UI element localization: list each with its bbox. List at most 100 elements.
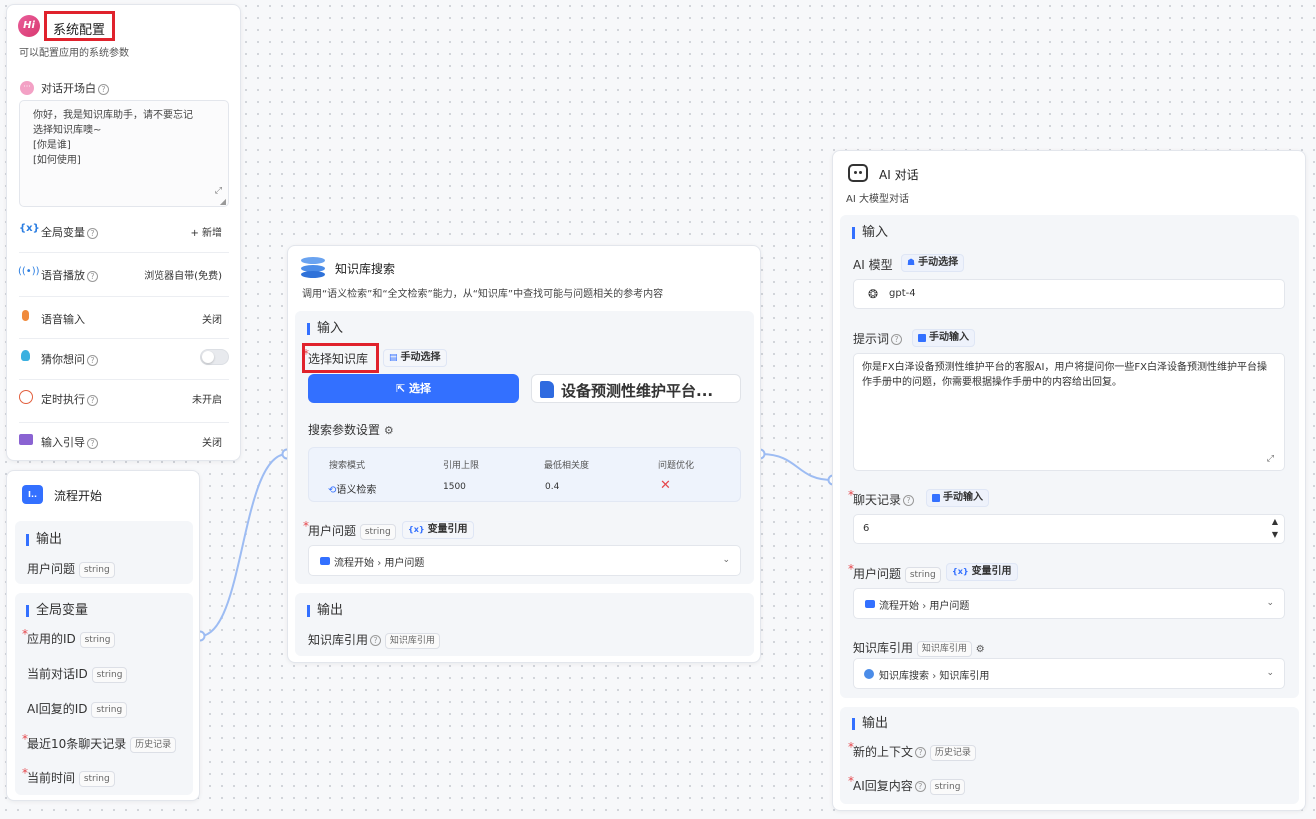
welcome-label-row: 对话开场白? bbox=[41, 80, 109, 96]
help-icon[interactable]: ? bbox=[914, 781, 926, 792]
question-select[interactable]: 流程开始 › 用户问题 ⌄ bbox=[308, 545, 741, 576]
help-icon[interactable]: ? bbox=[98, 83, 109, 95]
global-vars-section: 全局变量 * 应用的ID string 当前对话ID string AI回复的ID… bbox=[15, 593, 193, 795]
variable-icon: {x} bbox=[408, 525, 425, 534]
global-var-row: * 当前时间 string bbox=[22, 766, 115, 787]
output-section: 输出 知识库引用? 知识库引用 bbox=[295, 593, 754, 656]
chevron-down-icon: ⌄ bbox=[1266, 668, 1274, 678]
table-cell-mode: ⟲语义检索 bbox=[328, 485, 377, 496]
help-icon[interactable]: ? bbox=[87, 437, 98, 449]
manual-select-tag[interactable]: ▤ 手动选择 bbox=[383, 349, 447, 367]
global-var-row: 当前对话ID string bbox=[27, 665, 128, 683]
help-icon[interactable]: ? bbox=[903, 495, 915, 506]
input-section: 输入 * 选择知识库 ▤ 手动选择 ⇱ 选择 设备预测性维护平台... 搜索参数设置… bbox=[295, 311, 754, 584]
history-number-input[interactable]: 6 ▲ ▼ bbox=[853, 514, 1285, 544]
microphone-icon bbox=[22, 310, 29, 321]
help-icon[interactable]: ? bbox=[915, 747, 927, 758]
kbref-label: 知识库引用 知识库引用 ⚙ bbox=[853, 640, 985, 657]
global-var-row: AI回复的ID string bbox=[27, 700, 128, 718]
schedule-setting[interactable]: 未开启 bbox=[192, 391, 222, 406]
output-item: * 新的上下文? 历史记录 bbox=[848, 740, 976, 761]
input-icon bbox=[932, 494, 940, 502]
row-label-schedule: 定时执行? bbox=[41, 391, 98, 407]
row-label-guess: 猜你想问? bbox=[41, 351, 98, 367]
prompt-textarea[interactable]: 你是FX白泽设备预测性维护平台的客服AI，用户将提问你一些FX白泽设备预测性维护… bbox=[853, 353, 1285, 471]
node-desc: AI 大模型对话 bbox=[846, 194, 909, 205]
chat-bubble-icon: ··· bbox=[20, 81, 34, 95]
manual-select-tag[interactable]: ☗ 手动选择 bbox=[901, 254, 965, 272]
openai-icon: ❂ bbox=[868, 287, 879, 301]
var-ref-tag[interactable]: {x} 变量引用 bbox=[946, 563, 1018, 581]
guess-toggle[interactable] bbox=[200, 349, 229, 365]
app-logo: Hi bbox=[18, 15, 40, 37]
node-title: 知识库搜索 bbox=[335, 262, 396, 276]
stt-setting[interactable]: 关闭 bbox=[202, 311, 222, 326]
manual-input-tag[interactable]: 手动输入 bbox=[912, 329, 975, 347]
speaker-icon: ((•)) bbox=[18, 266, 40, 277]
welcome-text: 你好，我是知识库助手，请不要忘记 选择知识库噢~ [你是谁] [如何使用] bbox=[33, 110, 193, 166]
stepper-up-icon[interactable]: ▲ bbox=[1272, 517, 1278, 526]
search-params-table[interactable]: 搜索模式 引用上限 最低相关度 问题优化 ⟲语义检索 1500 0.4 ✕ bbox=[308, 447, 741, 502]
tts-setting[interactable]: 浏览器自带(免费) bbox=[144, 267, 222, 282]
table-header: 问题优化 bbox=[658, 461, 695, 471]
table-header: 引用上限 bbox=[443, 461, 480, 471]
output-item: 知识库引用? 知识库引用 bbox=[308, 631, 440, 649]
highlight-box bbox=[44, 11, 115, 41]
database-icon bbox=[864, 669, 874, 679]
question-label: * 用户问题 string bbox=[303, 519, 396, 540]
question-select[interactable]: 流程开始 › 用户问题 ⌄ bbox=[853, 588, 1285, 619]
question-label: * 用户问题 string bbox=[848, 562, 941, 583]
variable-icon: {x} bbox=[952, 567, 969, 576]
system-config-node[interactable]: Hi 系统配置 可以配置应用的系统参数 ··· 对话开场白? 你好，我是知识库助… bbox=[6, 4, 241, 461]
model-label: AI 模型 bbox=[853, 258, 893, 272]
flow-start-icon bbox=[865, 600, 875, 608]
robot-icon: ☗ bbox=[907, 258, 916, 268]
input-section: 输入 AI 模型 ☗ 手动选择 ❂ gpt-4 提示词? 手动输入 你是FX白泽设… bbox=[840, 215, 1299, 698]
output-section: 输出 * 新的上下文? 历史记录 * AI回复内容? string bbox=[840, 707, 1299, 804]
flow-start-node[interactable]: I.. 流程开始 输出 用户问题 string 全局变量 * 应用的ID stri… bbox=[6, 470, 200, 801]
chevron-down-icon: ⌄ bbox=[722, 555, 730, 565]
row-label-globals: 全局变量? bbox=[41, 224, 98, 240]
welcome-textarea[interactable]: 你好，我是知识库助手，请不要忘记 选择知识库噢~ [你是谁] [如何使用] ⤢ … bbox=[19, 100, 229, 207]
select-kb-button[interactable]: ⇱ 选择 bbox=[308, 374, 519, 403]
section-head: 输入 bbox=[852, 226, 888, 239]
manual-input-tag[interactable]: 手动输入 bbox=[926, 489, 989, 507]
section-head: 输入 bbox=[307, 322, 343, 335]
expand-icon[interactable]: ⤢ bbox=[1267, 454, 1274, 464]
section-head: 输出 bbox=[307, 604, 343, 617]
add-global-button[interactable]: + 新增 bbox=[190, 224, 222, 239]
guide-icon bbox=[19, 434, 33, 445]
help-icon[interactable]: ? bbox=[370, 635, 382, 646]
help-icon[interactable]: ? bbox=[87, 227, 98, 239]
section-head: 输出 bbox=[26, 533, 62, 546]
help-icon[interactable]: ? bbox=[891, 334, 903, 345]
help-icon[interactable]: ? bbox=[87, 270, 98, 282]
global-var-row: * 最近10条聊天记录 历史记录 bbox=[22, 732, 177, 753]
kbref-select[interactable]: 知识库搜索 › 知识库引用 ⌄ bbox=[853, 658, 1285, 689]
settings-icon[interactable]: ⚙ bbox=[384, 424, 394, 437]
var-ref-tag[interactable]: {x} 变量引用 bbox=[402, 521, 474, 539]
help-icon[interactable]: ? bbox=[87, 354, 98, 366]
expand-icon[interactable]: ⤢ bbox=[215, 186, 222, 196]
table-cell-similarity: 0.4 bbox=[545, 482, 560, 492]
table-header: 搜索模式 bbox=[329, 461, 366, 471]
table-header: 最低相关度 bbox=[544, 461, 590, 471]
output-section: 输出 用户问题 string bbox=[15, 521, 193, 584]
close-icon: ✕ bbox=[660, 478, 671, 493]
row-label-tts: 语音播放? bbox=[41, 267, 98, 283]
cursor-icon: ⇱ bbox=[395, 382, 410, 395]
selected-kb-chip[interactable]: 设备预测性维护平台... bbox=[531, 374, 741, 403]
model-select[interactable]: ❂ gpt-4 bbox=[853, 279, 1285, 309]
ai-chat-node[interactable]: AI 对话 AI 大模型对话 输入 AI 模型 ☗ 手动选择 ❂ gpt-4 提示… bbox=[832, 150, 1306, 811]
prompt-label: 提示词? bbox=[853, 330, 903, 347]
edge-start-to-kb bbox=[199, 453, 288, 637]
guide-setting[interactable]: 关闭 bbox=[202, 434, 222, 449]
highlight-box bbox=[302, 343, 379, 373]
settings-icon[interactable]: ⚙ bbox=[976, 644, 985, 655]
kb-search-node[interactable]: 知识库搜索 调用“语义检索”和“全文检索”能力，从“知识库”中查找可能与问题相关… bbox=[287, 245, 761, 663]
stepper-down-icon[interactable]: ▼ bbox=[1272, 530, 1278, 539]
resize-handle[interactable]: ◢ bbox=[220, 197, 226, 206]
flow-start-icon: I.. bbox=[22, 485, 43, 504]
robot-icon bbox=[848, 164, 868, 182]
help-icon[interactable]: ? bbox=[87, 394, 98, 406]
